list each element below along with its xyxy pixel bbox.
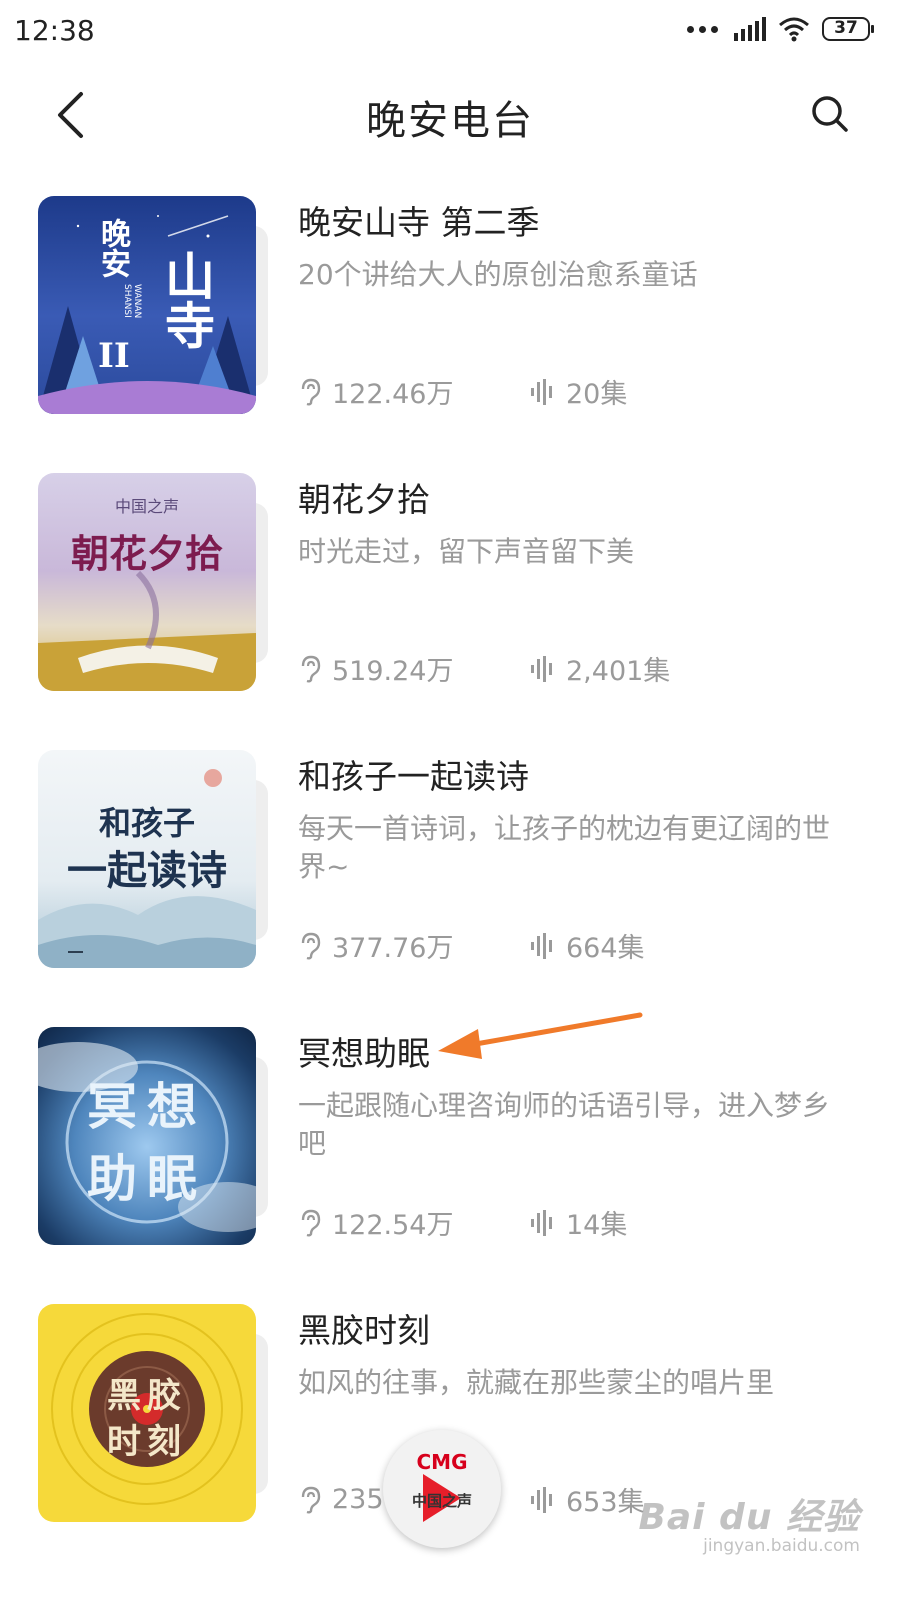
play-count: 122.46万 (332, 379, 454, 410)
audio-bars-icon (531, 1209, 552, 1236)
search-icon (812, 96, 848, 132)
signal-icon (734, 17, 766, 41)
cover-wrap: 中国之声 朝花夕拾 (38, 473, 268, 691)
cover-wrap: 冥想 助眠 (38, 1027, 268, 1245)
play-count: 235 (332, 1484, 384, 1515)
cover-image: 冥想 助眠 (38, 1027, 256, 1245)
cover-wrap: 晚安 山寺 II WANAN SHANSI (38, 196, 268, 414)
ear-icon (301, 378, 321, 406)
item-meta: 377.76万 664集 (298, 926, 645, 965)
item-title: 和孩子一起读诗 (298, 757, 529, 796)
more-dots-icon (687, 25, 718, 33)
item-description: 时光走过，留下声音留下美 (298, 535, 635, 568)
mini-player-subtitle: 中国之声 (411, 1492, 472, 1510)
list-item[interactable]: 和孩子 一起读诗 和孩子一起读诗 每天一首诗词，让孩子的枕边有更辽阔的世界~ 3… (0, 744, 900, 984)
item-meta: 519.24万 2,401集 (298, 649, 670, 688)
ear-icon (301, 655, 321, 683)
audio-bars-icon (531, 1486, 552, 1513)
item-title: 朝花夕拾 (298, 480, 430, 519)
episode-count: 653集 (566, 1487, 645, 1518)
status-icons: 37 (687, 16, 874, 42)
nav-header: 晚安电台 (0, 70, 900, 160)
episode-count: 664集 (566, 933, 645, 964)
status-time: 12:38 (14, 14, 95, 47)
audio-bars-icon (531, 655, 552, 682)
cover-image: 和孩子 一起读诗 (38, 750, 256, 968)
cover-image: 黑胶 时刻 (38, 1304, 256, 1522)
search-button[interactable] (800, 84, 860, 144)
list-item[interactable]: 晚安 山寺 II WANAN SHANSI 晚安山寺 第二季 20个讲给大人的原… (0, 190, 900, 430)
mini-player-button[interactable]: CMG 中国之声 (383, 1430, 501, 1548)
item-description: 每天一首诗词，让孩子的枕边有更辽阔的世界~ (298, 812, 831, 883)
page-title: 晚安电台 (366, 98, 534, 144)
item-title: 黑胶时刻 (298, 1311, 430, 1350)
item-meta: 122.46万 20集 (298, 372, 627, 411)
episode-count: 20集 (566, 379, 628, 410)
audio-bars-icon (531, 932, 552, 959)
annotation-arrow-icon (438, 1012, 643, 1059)
night-scene-illustration (38, 215, 256, 414)
play-count: 122.54万 (332, 1210, 454, 1241)
audio-bars-icon (531, 378, 552, 405)
wifi-icon (779, 17, 809, 42)
cover-wrap: 黑胶 时刻 (38, 1304, 268, 1522)
episode-count: 2,401集 (566, 656, 671, 687)
cover-image: 中国之声 朝花夕拾 (38, 473, 256, 691)
status-bar: 12:38 37 (0, 0, 900, 60)
battery-icon: 37 (822, 17, 874, 41)
play-count: 377.76万 (332, 933, 454, 964)
ear-icon (301, 932, 321, 960)
baidu-watermark: Bai du 经验 jingyan.baidu.com (638, 1497, 860, 1556)
cover-image: 晚安 山寺 II WANAN SHANSI (38, 196, 256, 414)
item-title: 晚安山寺 第二季 (298, 203, 540, 242)
list-item[interactable]: 中国之声 朝花夕拾 朝花夕拾 时光走过，留下声音留下美 519.24万 2,40… (0, 467, 900, 707)
cover-wrap: 和孩子 一起读诗 (38, 750, 268, 968)
item-description: 20个讲给大人的原创治愈系童话 (298, 258, 698, 291)
item-description: 一起跟随心理咨询师的话语引导，进入梦乡吧 (298, 1089, 831, 1160)
cmg-logo: CMG (416, 1450, 468, 1474)
item-title: 冥想助眠 (298, 1034, 430, 1073)
play-count: 519.24万 (332, 656, 454, 687)
ear-icon (301, 1209, 321, 1237)
item-meta: 122.54万 14集 (298, 1203, 627, 1242)
item-description: 如风的往事，就藏在那些蒙尘的唱片里 (298, 1366, 775, 1399)
ear-icon (301, 1486, 321, 1514)
episode-count: 14集 (566, 1210, 628, 1241)
